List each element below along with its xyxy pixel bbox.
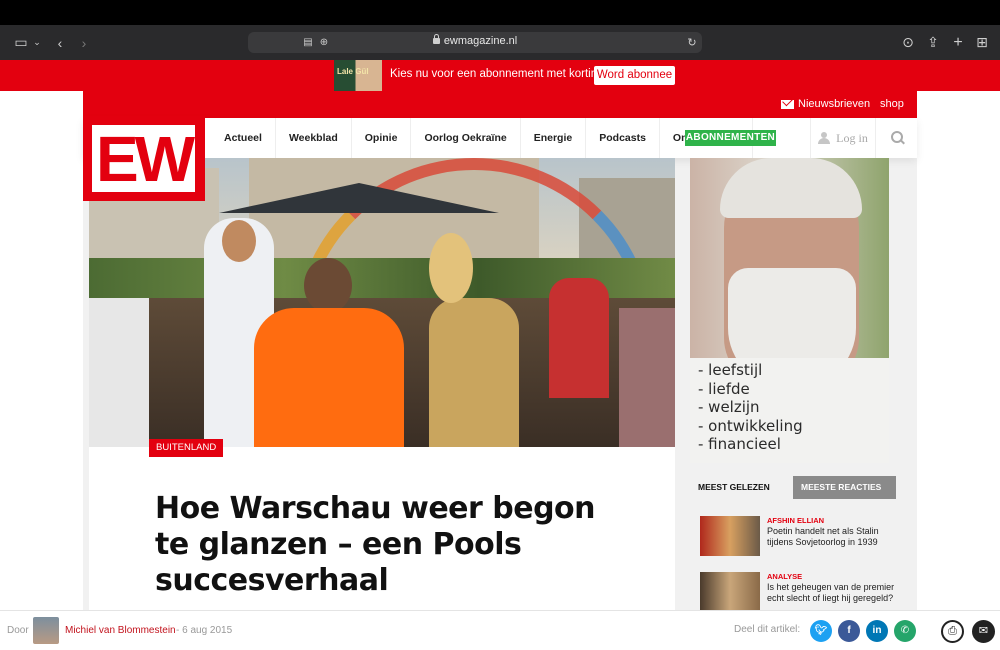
url-text: ewmagazine.nl: [248, 34, 702, 47]
hero-person: [254, 308, 404, 447]
subscribe-button[interactable]: Word abonnee: [594, 66, 675, 85]
linkedin-share-button[interactable]: in: [866, 620, 888, 642]
logo-text: EW: [95, 123, 195, 195]
back-icon[interactable]: ‹: [54, 34, 66, 51]
screen-top-strip: [0, 0, 1000, 25]
forward-icon[interactable]: ›: [78, 34, 90, 51]
book-cover-image[interactable]: Lale Gül: [334, 60, 382, 91]
newsletters-link[interactable]: Nieuwsbrieven: [781, 98, 870, 110]
hero-person: [619, 308, 675, 447]
hero-person-head: [222, 220, 256, 262]
author-avatar[interactable]: [33, 617, 59, 644]
print-icon: ⎙: [948, 625, 957, 637]
hero-person: [549, 278, 609, 398]
twitter-share-button[interactable]: 🐦︎: [810, 620, 832, 642]
nav-item-actueel[interactable]: Actueel: [211, 118, 276, 158]
hero-person-head: [429, 233, 473, 303]
hero-image[interactable]: [89, 158, 675, 447]
publish-date: - 6 aug 2015: [176, 625, 233, 636]
article-body: Hoe Warschau weer begon te glanzen – een…: [89, 447, 675, 611]
book-title: Lale Gül: [337, 67, 369, 76]
tab-most-read[interactable]: MEEST GELEZEN: [690, 476, 793, 499]
download-icon[interactable]: ⊙: [900, 34, 916, 51]
twitter-icon: 🐦︎: [814, 625, 828, 636]
whatsapp-icon: ✆: [900, 625, 910, 636]
login-label: Log in: [836, 130, 868, 145]
logo-frame: EW: [92, 123, 195, 195]
sidebar-item-title: Is het geheugen van de premier echt slec…: [767, 582, 895, 603]
article-headline: Hoe Warschau weer begon te glanzen – een…: [155, 491, 596, 598]
sidebar-tabs: MEEST GELEZEN MEESTE REACTIES: [690, 476, 896, 499]
share-icon[interactable]: ⇪: [925, 34, 941, 51]
chevron-down-icon[interactable]: ⌄: [32, 34, 42, 51]
ad-list-item: - liefde: [698, 379, 750, 398]
site-container: Nieuwsbrieven shop EW Actueel Weekblad O…: [83, 91, 917, 612]
newsletters-label: Nieuwsbrieven: [798, 98, 871, 110]
hero-person: [89, 298, 149, 447]
nav-item-podcasts[interactable]: Podcasts: [586, 118, 660, 158]
shop-link[interactable]: shop: [880, 98, 904, 110]
sidebar-item-thumbnail: [700, 516, 760, 556]
share-label: Deel dit artikel:: [734, 624, 801, 635]
lock-icon: [432, 34, 440, 44]
site-topbar: Nieuwsbrieven shop: [83, 91, 917, 118]
promo-banner: Lale Gül Kies nu voor een abonnement met…: [0, 60, 1000, 91]
login-button[interactable]: Log in: [810, 118, 875, 158]
sidebar-item[interactable]: AFSHIN ELLIAN Poetin handelt net als Sta…: [700, 516, 900, 556]
nav-item-weekblad[interactable]: Weekblad: [276, 118, 352, 158]
envelope-icon: [781, 99, 794, 109]
linkedin-icon: in: [872, 625, 882, 636]
ad-list-item: - financieel: [698, 435, 781, 453]
ad-list-item: - leefstijl: [698, 361, 763, 379]
url: ewmagazine.nl: [443, 35, 518, 47]
byline-bar: Door Michiel van Blommestein - 6 aug 201…: [0, 610, 1000, 650]
hero-person: [429, 298, 519, 447]
sidebar-item[interactable]: ANALYSE Is het geheugen van de premier e…: [700, 572, 900, 612]
reload-icon[interactable]: ↻: [686, 34, 698, 51]
user-icon: [818, 132, 831, 144]
new-tab-icon[interactable]: +: [950, 34, 966, 51]
byline-prefix: Door: [7, 625, 29, 636]
sidebar-item-thumbnail: [700, 572, 760, 612]
ew-logo[interactable]: EW: [83, 116, 205, 201]
nav-item-energie[interactable]: Energie: [521, 118, 587, 158]
sidebar-item-title: Poetin handelt net als Stalin tijdens So…: [767, 526, 879, 547]
tab-overview-icon[interactable]: ⊞: [974, 34, 990, 51]
sidebar-item-category: AFSHIN ELLIAN: [767, 516, 825, 525]
email-share-button[interactable]: ✉: [972, 620, 995, 643]
facebook-icon: f: [847, 625, 851, 636]
subscriptions-button[interactable]: ABONNEMENTEN: [685, 130, 776, 146]
nav-item-oorlog-oekraine[interactable]: Oorlog Oekraïne: [411, 118, 521, 158]
sidebar-toggle-icon[interactable]: ▭: [12, 34, 30, 51]
browser-toolbar: ▭ ⌄ ‹ › ◍ ◐ ▤ ⊕ ewmagazine.nl ↻ ⊙ ⇪ + ⊞: [0, 25, 1000, 60]
ad-list: - leefstijl - liefde - welzijn - ontwikk…: [698, 361, 803, 454]
nav-item-opinie[interactable]: Opinie: [352, 118, 412, 158]
sidebar-item-category: ANALYSE: [767, 572, 803, 581]
search-icon[interactable]: [875, 118, 917, 158]
tab-most-comments[interactable]: MEESTE REACTIES: [793, 476, 896, 499]
envelope-icon: ✉: [978, 625, 989, 637]
nav-items: Actueel Weekblad Opinie Oorlog Oekraïne …: [211, 118, 754, 158]
hero-person-head: [304, 258, 352, 313]
ad-list-item: - welzijn: [698, 398, 760, 416]
ad-list-item: - ontwikkeling: [698, 416, 803, 435]
author-link[interactable]: Michiel van Blommestein: [65, 625, 176, 636]
facebook-share-button[interactable]: f: [838, 620, 860, 642]
address-bar[interactable]: ▤ ⊕ ewmagazine.nl ↻: [248, 32, 702, 53]
advertisement[interactable]: - leefstijl - liefde - welzijn - ontwikk…: [690, 158, 889, 463]
category-tag[interactable]: BUITENLAND: [149, 439, 224, 457]
promo-text: Kies nu voor een abonnement met korting: [390, 68, 604, 80]
print-button[interactable]: ⎙: [941, 620, 964, 643]
ad-hair: [720, 158, 862, 218]
main-nav: EW Actueel Weekblad Opinie Oorlog Oekraï…: [83, 116, 917, 201]
whatsapp-share-button[interactable]: ✆: [894, 620, 916, 642]
